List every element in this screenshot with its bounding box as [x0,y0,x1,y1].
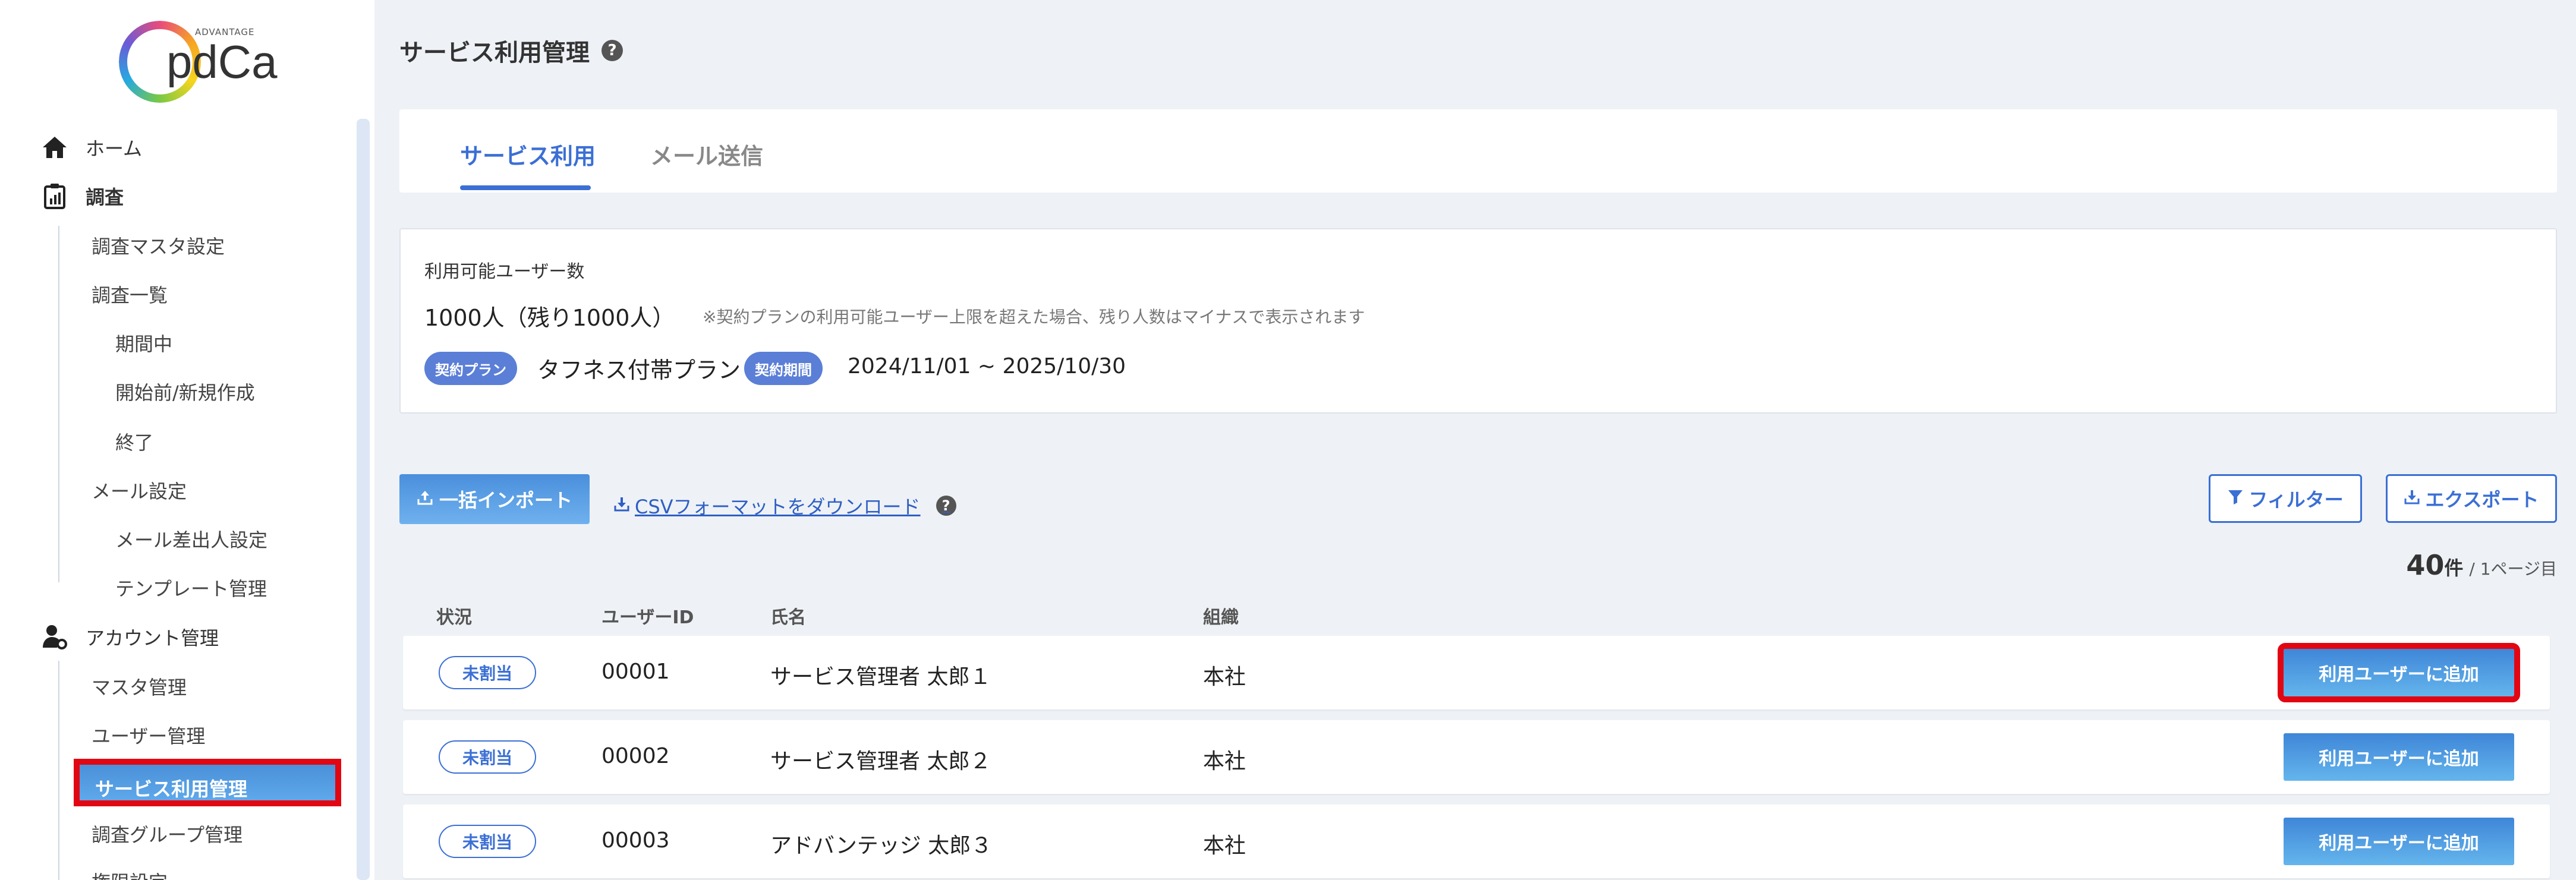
sidebar-item-template[interactable]: テンプレート管理 [115,574,267,601]
csv-help-icon[interactable]: ? [936,496,956,516]
table-row: 未割当 00001 サービス管理者 太郎１ 本社 利用ユーザーに追加 [403,636,2550,709]
available-users-note: ※契約プランの利用可能ユーザー上限を超えた場合、残り人数はマイナスで表示されます [703,307,1365,327]
sidebar-item-survey-master[interactable]: 調査マスタ設定 [92,232,225,259]
tab-mail-send[interactable]: メール送信 [650,138,763,171]
status-badge: 未割当 [439,825,536,858]
table-row: 未割当 00003 アドバンテッジ 太郎３ 本社 利用ユーザーに追加 [403,805,2550,878]
table-row: 未割当 00002 サービス管理者 太郎２ 本社 利用ユーザーに追加 [403,720,2550,794]
sidebar-item-survey[interactable]: 調査 [40,182,124,210]
page-title: サービス利用管理 ? [399,33,623,68]
name-cell: サービス管理者 太郎２ [770,749,991,774]
period-badge: 契約期間 [744,352,823,385]
name-cell: サービス管理者 太郎１ [770,665,991,689]
sidebar-item-in-period[interactable]: 期間中 [115,329,172,357]
clipboard-chart-icon [40,182,69,210]
filter-icon [2227,487,2244,510]
filter-button[interactable]: フィルター [2209,474,2362,523]
sidebar-item-survey-list[interactable]: 調査一覧 [92,280,168,308]
column-header-name: 氏名 [770,607,806,628]
add-usage-user-button[interactable]: 利用ユーザーに追加 [2278,643,2520,702]
bulk-import-button[interactable]: 一括インポート [399,474,590,524]
org-cell: 本社 [1203,749,1246,774]
org-cell: 本社 [1203,665,1246,689]
name-cell: アドバンテッジ 太郎３ [770,834,993,858]
user-id-cell: 00001 [602,660,670,684]
download-icon [613,494,630,517]
upload-icon [417,488,433,510]
sidebar-item-home[interactable]: ホーム [40,133,142,162]
user-id-cell: 00002 [602,744,670,768]
sidebar-item-mail-sender[interactable]: メール差出人設定 [115,525,267,553]
sidebar-item-service-mgmt[interactable]: サービス利用管理 [74,759,341,806]
usage-info-card: 利用可能ユーザー数 1000人（残り1000人） ※契約プランの利用可能ユーザー… [399,228,2557,414]
add-usage-user-button[interactable]: 利用ユーザーに追加 [2284,818,2514,865]
tab-service-usage[interactable]: サービス利用 [460,138,596,171]
sidebar-item-cut[interactable]: 権限設定 [92,868,168,880]
help-icon[interactable]: ? [602,40,623,61]
result-count: 40 件 / 1ページ目 [2406,549,2557,581]
export-button[interactable]: エクスポート [2386,474,2557,523]
tab-bar: サービス利用 メール送信 [399,109,2557,193]
sidebar-scrollbar[interactable] [357,119,370,880]
column-header-user-id: ユーザーID [602,607,694,628]
sidebar-item-ended[interactable]: 終了 [115,428,153,455]
column-header-status: 状況 [436,607,472,628]
sidebar-item-survey-group[interactable]: 調査グループ管理 [92,820,243,847]
sidebar-item-mail-settings[interactable]: メール設定 [92,477,187,504]
plan-name: タフネス付帯プラン [537,357,741,383]
home-icon [40,133,69,162]
available-users-count: 1000人（残り1000人） [424,305,675,331]
sidebar-item-before-start[interactable]: 開始前/新規作成 [115,378,255,405]
user-id-cell: 00003 [602,828,670,853]
org-cell: 本社 [1203,834,1246,858]
status-badge: 未割当 [439,740,536,774]
sidebar: ADVANTAGE pdCa ホーム 調査 調査マスタ設定 調査一覧 期間中 開… [0,0,374,880]
column-header-org: 組織 [1203,607,1239,628]
available-users-label: 利用可能ユーザー数 [424,261,585,282]
contract-period: 2024/11/01 ~ 2025/10/30 [848,354,1126,379]
add-usage-user-button[interactable]: 利用ユーザーに追加 [2284,733,2514,781]
sidebar-item-user-mgmt[interactable]: ユーザー管理 [92,721,205,749]
sidebar-item-account[interactable]: アカウント管理 [40,623,219,651]
plan-badge: 契約プラン [424,352,517,385]
sidebar-item-master[interactable]: マスタ管理 [92,673,187,700]
user-gear-icon [40,623,69,651]
csv-format-download-link[interactable]: CSVフォーマットをダウンロード ? [613,492,956,519]
brand-logo: ADVANTAGE pdCa [119,21,297,110]
status-badge: 未割当 [439,656,536,689]
active-tab-indicator [460,185,591,190]
download-icon [2404,487,2420,510]
